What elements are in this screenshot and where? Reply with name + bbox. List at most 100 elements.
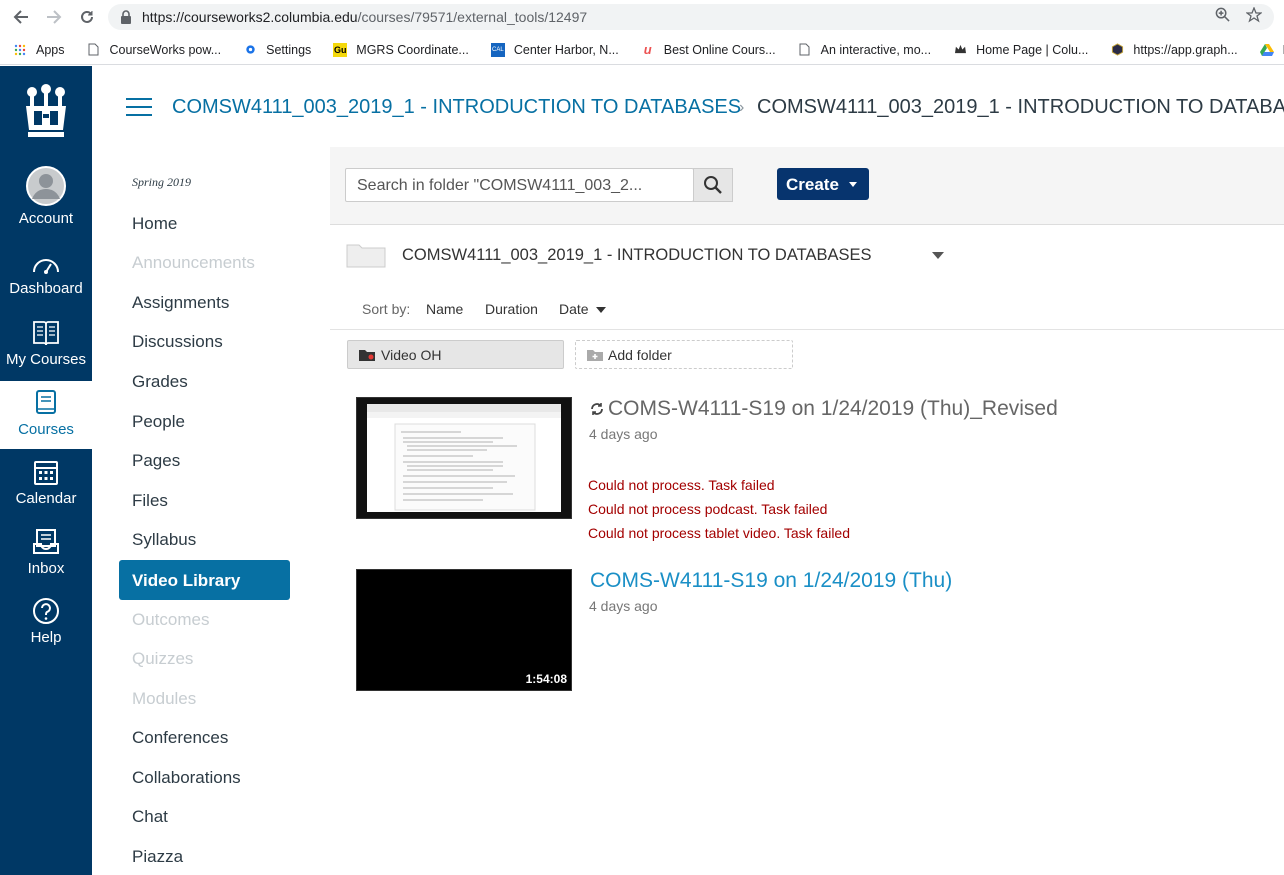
course-nav-announcements[interactable]: Announcements	[132, 253, 255, 273]
bookmark-columbia-home[interactable]: Home Page | Colu...	[953, 43, 1088, 57]
folder-dropdown-icon[interactable]	[932, 252, 944, 259]
help-icon	[33, 598, 59, 624]
breadcrumb-separator: ›	[739, 99, 745, 116]
courses-icon	[36, 390, 56, 414]
session-title[interactable]: COMS-W4111-S19 on 1/24/2019 (Thu)	[590, 569, 952, 593]
global-nav-label: Help	[30, 629, 62, 646]
bookmark-mgrs[interactable]: Gu MGRS Coordinate...	[333, 42, 469, 57]
course-nav-discussions[interactable]: Discussions	[132, 332, 223, 352]
back-arrow-icon[interactable]	[10, 6, 32, 28]
global-nav-inbox[interactable]: Inbox	[0, 528, 92, 577]
global-nav-label: Courses	[18, 421, 74, 438]
session-title[interactable]: COMS-W4111-S19 on 1/24/2019 (Thu)_Revise…	[590, 397, 1058, 421]
course-nav-collaborations[interactable]: Collaborations	[132, 768, 241, 788]
processing-sync-icon	[591, 403, 603, 415]
dashboard-icon	[33, 259, 59, 274]
session-thumbnail[interactable]	[356, 397, 572, 519]
error-message: Could not process tablet video. Task fai…	[588, 525, 851, 541]
url-path: /courses/79571/external_tools/12497	[357, 9, 588, 25]
calendar-icon	[34, 461, 58, 485]
address-bar[interactable]: https://courseworks2.columbia.edu/course…	[108, 4, 1274, 30]
session-title-text: COMS-W4111-S19 on 1/24/2019 (Thu)_Revise…	[608, 397, 1058, 420]
bookmark-interactive[interactable]: An interactive, mo...	[798, 43, 931, 57]
bookmark-center-harbor[interactable]: CAL Center Harbor, N...	[490, 42, 619, 57]
subfolder-video-oh[interactable]: Video OH	[347, 340, 564, 369]
course-nav-modules[interactable]: Modules	[132, 689, 196, 709]
course-nav-people[interactable]: People	[132, 412, 185, 432]
gu-icon: Gu	[333, 42, 348, 57]
create-button[interactable]: Create	[777, 168, 869, 200]
sort-name[interactable]: Name	[426, 301, 463, 317]
sort-label: Sort by:	[362, 301, 411, 317]
error-message: Could not process podcast. Task failed	[588, 501, 828, 517]
page-icon	[87, 43, 101, 57]
inbox-icon	[33, 529, 59, 554]
sort-date[interactable]: Date	[559, 301, 589, 317]
bookmark-settings[interactable]: Settings	[243, 43, 311, 57]
global-nav-my-courses[interactable]: My Courses	[0, 319, 92, 368]
courses-book-icon	[33, 321, 59, 346]
session-thumbnail[interactable]: 1:54:08	[356, 569, 572, 691]
bookmark-drive[interactable]: EN	[1259, 43, 1284, 57]
course-nav-conferences[interactable]: Conferences	[132, 728, 228, 748]
hexagon-icon	[1110, 43, 1124, 57]
bookmark-graph[interactable]: https://app.graph...	[1110, 42, 1238, 57]
folder-search-input[interactable]: Search in folder "COMSW4111_003_2...	[345, 168, 694, 202]
course-nav-outcomes[interactable]: Outcomes	[132, 610, 209, 630]
video-folder-icon	[359, 350, 375, 361]
course-nav-files[interactable]: Files	[132, 491, 168, 511]
session-age: 4 days ago	[589, 426, 658, 442]
error-message: Could not process. Task failed	[588, 477, 775, 493]
sort-direction-icon[interactable]	[596, 307, 606, 313]
global-nav-calendar[interactable]: Calendar	[0, 458, 92, 507]
star-icon[interactable]	[1246, 7, 1262, 23]
search-button[interactable]	[693, 168, 733, 202]
course-nav-quizzes[interactable]: Quizzes	[132, 649, 193, 669]
bookmark-courseworks[interactable]: CourseWorks pow...	[87, 42, 222, 57]
session-age: 4 days ago	[589, 598, 658, 614]
global-nav-courses[interactable]: Courses	[0, 381, 92, 449]
add-folder-button[interactable]: Add folder	[575, 340, 793, 369]
crown-icon	[953, 43, 967, 57]
course-nav-assignments[interactable]: Assignments	[132, 293, 229, 313]
hamburger-menu-icon[interactable]	[126, 98, 152, 116]
drive-icon	[1259, 43, 1274, 57]
browser-toolbar: https://courseworks2.columbia.edu/course…	[0, 0, 1284, 35]
forward-arrow-icon[interactable]	[43, 6, 65, 28]
bookmark-label: Home Page | Colu...	[976, 42, 1089, 57]
course-nav-piazza[interactable]: Piazza	[132, 847, 183, 867]
bookmark-label: https://app.graph...	[1133, 42, 1238, 57]
course-nav-video-library[interactable]: Video Library	[119, 560, 290, 600]
course-nav-grades[interactable]: Grades	[132, 372, 188, 392]
columbia-crown-logo[interactable]	[22, 84, 70, 144]
account-icon	[26, 166, 66, 206]
global-nav-label: Account	[18, 210, 74, 227]
course-nav: Spring 2019 Home Announcements Assignmen…	[92, 147, 330, 875]
bookmark-label: Center Harbor, N...	[513, 42, 619, 57]
subfolder-label: Video OH	[381, 346, 442, 363]
bookmark-apps[interactable]: Apps	[13, 43, 65, 57]
folder-header: COMSW4111_003_2019_1 - INTRODUCTION TO D…	[346, 242, 1266, 272]
course-header: COMSW4111_003_2019_1 - INTRODUCTION TO D…	[92, 66, 1284, 147]
course-nav-syllabus[interactable]: Syllabus	[132, 530, 196, 550]
bookmark-label: Apps	[36, 42, 65, 57]
search-icon	[704, 176, 722, 194]
url-host: https://courseworks2.columbia.edu	[142, 9, 358, 25]
create-label: Create	[786, 175, 839, 194]
global-nav-label: Inbox	[27, 560, 65, 577]
global-nav-help[interactable]: Help	[0, 597, 92, 646]
course-nav-chat[interactable]: Chat	[132, 807, 168, 827]
course-nav-home[interactable]: Home	[132, 214, 177, 234]
zoom-icon[interactable]	[1215, 7, 1230, 22]
global-nav-label: My Courses	[5, 351, 87, 368]
bookmark-udemy[interactable]: u Best Online Cours...	[641, 42, 776, 57]
breadcrumb-course-link[interactable]: COMSW4111_003_2019_1 - INTRODUCTION TO D…	[172, 96, 741, 119]
course-nav-pages[interactable]: Pages	[132, 451, 180, 471]
global-nav-account[interactable]: Account	[0, 166, 92, 227]
sort-duration[interactable]: Duration	[485, 301, 538, 317]
global-nav-label: Dashboard	[9, 280, 83, 297]
reload-icon[interactable]	[76, 6, 98, 28]
global-nav-dashboard[interactable]: Dashboard	[0, 252, 92, 297]
bookmark-label: CourseWorks pow...	[109, 42, 222, 57]
bookmark-label: An interactive, mo...	[820, 42, 932, 57]
